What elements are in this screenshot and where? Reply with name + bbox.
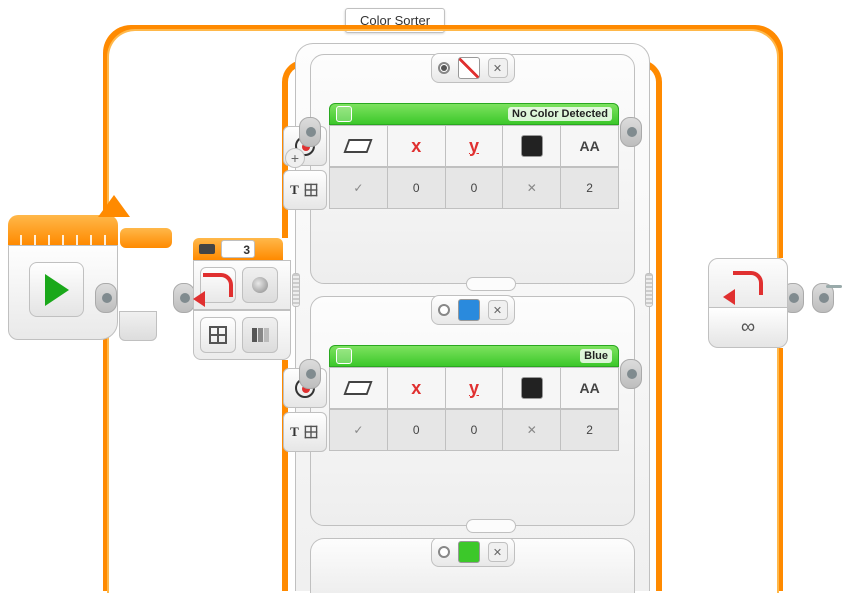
grid-icon <box>305 184 318 197</box>
remove-case-button[interactable]: ✕ <box>488 542 508 562</box>
erase-value[interactable] <box>330 410 387 450</box>
display-text-field[interactable]: No Color Detected <box>508 107 612 121</box>
case-divider[interactable] <box>466 277 516 291</box>
display-values: 0 0 2 <box>329 167 619 209</box>
display-block: T Blue x y <box>329 345 619 451</box>
default-case-radio[interactable] <box>438 304 450 316</box>
display-values: 0 0 2 <box>329 409 619 451</box>
switch-header: 3 <box>193 238 283 260</box>
color-sensor-switch: 3 <box>193 238 291 360</box>
switch-case: ✕ T No Color Detected <box>310 54 635 284</box>
y-value[interactable]: 0 <box>445 410 503 450</box>
start-tab <box>119 311 157 341</box>
x-param[interactable]: x <box>387 368 445 408</box>
font-param[interactable]: AA <box>560 368 618 408</box>
color-param[interactable] <box>502 126 560 166</box>
block-menu-icon[interactable] <box>336 106 352 122</box>
case-tab: ✕ <box>431 538 515 567</box>
display-submode-button[interactable]: T <box>283 170 327 210</box>
y-param[interactable]: y <box>445 368 503 408</box>
port-cap-icon <box>199 244 215 254</box>
x-value[interactable]: 0 <box>387 168 445 208</box>
resize-handle-right[interactable] <box>645 273 653 307</box>
erase-param[interactable] <box>330 126 387 166</box>
remove-case-button[interactable]: ✕ <box>488 58 508 78</box>
loop-end-block: ∞ <box>708 258 788 348</box>
loop-back-icon <box>203 273 233 297</box>
eraser-icon <box>344 139 373 153</box>
case-input-port[interactable] <box>299 117 321 147</box>
sensor-ball-icon <box>252 277 268 293</box>
block-menu-icon[interactable] <box>336 348 352 364</box>
font-value[interactable]: 2 <box>560 168 618 208</box>
color-swatch-none[interactable] <box>458 57 480 79</box>
color-swatch-blue[interactable] <box>458 299 480 321</box>
cross-icon <box>527 181 537 195</box>
switch-container: + ✕ T No C <box>295 43 650 591</box>
erase-param[interactable] <box>330 368 387 408</box>
start-header <box>8 215 118 245</box>
color-param[interactable] <box>502 368 560 408</box>
flow-connector <box>826 285 842 288</box>
case-output-port[interactable] <box>620 359 642 389</box>
sensor-type-button[interactable] <box>242 267 278 303</box>
font-param[interactable]: AA <box>560 126 618 166</box>
case-tab: ✕ <box>431 53 515 83</box>
case-output-port[interactable] <box>620 117 642 147</box>
switch-case: ✕ T Blue <box>310 296 635 526</box>
x-value[interactable]: 0 <box>387 410 445 450</box>
play-button[interactable] <box>29 262 84 317</box>
y-value[interactable]: 0 <box>445 168 503 208</box>
sensor-port-field[interactable]: 3 <box>221 240 255 258</box>
sensor-mode-button[interactable] <box>242 317 278 353</box>
case-tab: ✕ <box>431 295 515 325</box>
switch-input-port[interactable] <box>173 283 195 313</box>
y-param[interactable]: y <box>445 126 503 166</box>
case-input-port[interactable] <box>299 359 321 389</box>
erase-value[interactable] <box>330 168 387 208</box>
color-value[interactable] <box>502 168 560 208</box>
x-param[interactable]: x <box>387 126 445 166</box>
color-value[interactable] <box>502 410 560 450</box>
check-icon <box>353 181 363 195</box>
display-submode-button[interactable]: T <box>283 412 327 452</box>
color-swatch-black <box>521 377 543 399</box>
loop-back-button[interactable] <box>200 267 236 303</box>
add-case-button[interactable]: + <box>285 148 305 168</box>
display-text-field[interactable]: Blue <box>580 349 612 363</box>
color-swatch-green[interactable] <box>458 541 480 563</box>
eraser-icon <box>344 381 373 395</box>
switch-case: ✕ <box>310 538 635 593</box>
flow-arrow-icon <box>98 195 130 217</box>
color-swatch-black <box>521 135 543 157</box>
check-icon <box>353 423 363 437</box>
remove-case-button[interactable]: ✕ <box>488 300 508 320</box>
display-params: x y AA <box>329 367 619 409</box>
default-case-radio[interactable] <box>438 546 450 558</box>
loop-condition-button[interactable]: ∞ <box>708 308 788 348</box>
resize-handle-left[interactable] <box>292 273 300 307</box>
rail-connector <box>120 228 172 248</box>
default-case-radio[interactable] <box>438 62 450 74</box>
switch-mode-button[interactable] <box>200 317 236 353</box>
font-value[interactable]: 2 <box>560 410 618 450</box>
display-params: x y AA <box>329 125 619 167</box>
case-divider[interactable] <box>466 519 516 533</box>
loop-back-icon[interactable] <box>733 271 763 295</box>
start-block <box>8 215 118 340</box>
start-output-port[interactable] <box>95 283 117 313</box>
grid-icon <box>305 426 318 439</box>
cross-icon <box>527 423 537 437</box>
grid-icon <box>209 326 227 344</box>
play-icon <box>45 274 69 306</box>
display-block: T No Color Detected x y <box>329 103 619 209</box>
